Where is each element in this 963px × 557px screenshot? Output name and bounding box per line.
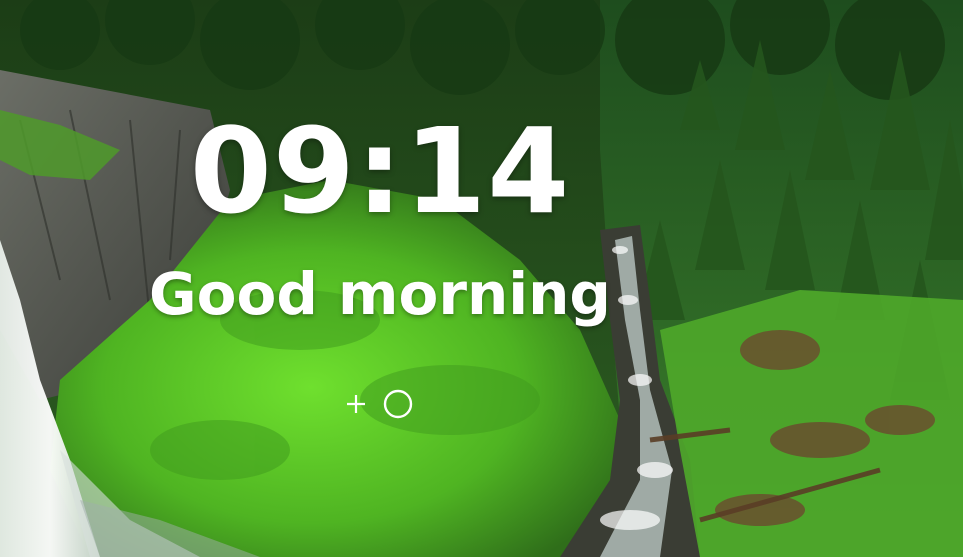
circle-icon (383, 389, 413, 419)
clock-time: 09:14 (189, 102, 571, 240)
focus-button[interactable] (382, 388, 414, 420)
quick-actions (340, 388, 414, 420)
greeting-text: Good morning (149, 260, 611, 328)
add-button[interactable] (340, 388, 372, 420)
new-tab-page: 09:14 Good morning (0, 0, 963, 557)
plus-icon (347, 395, 365, 413)
